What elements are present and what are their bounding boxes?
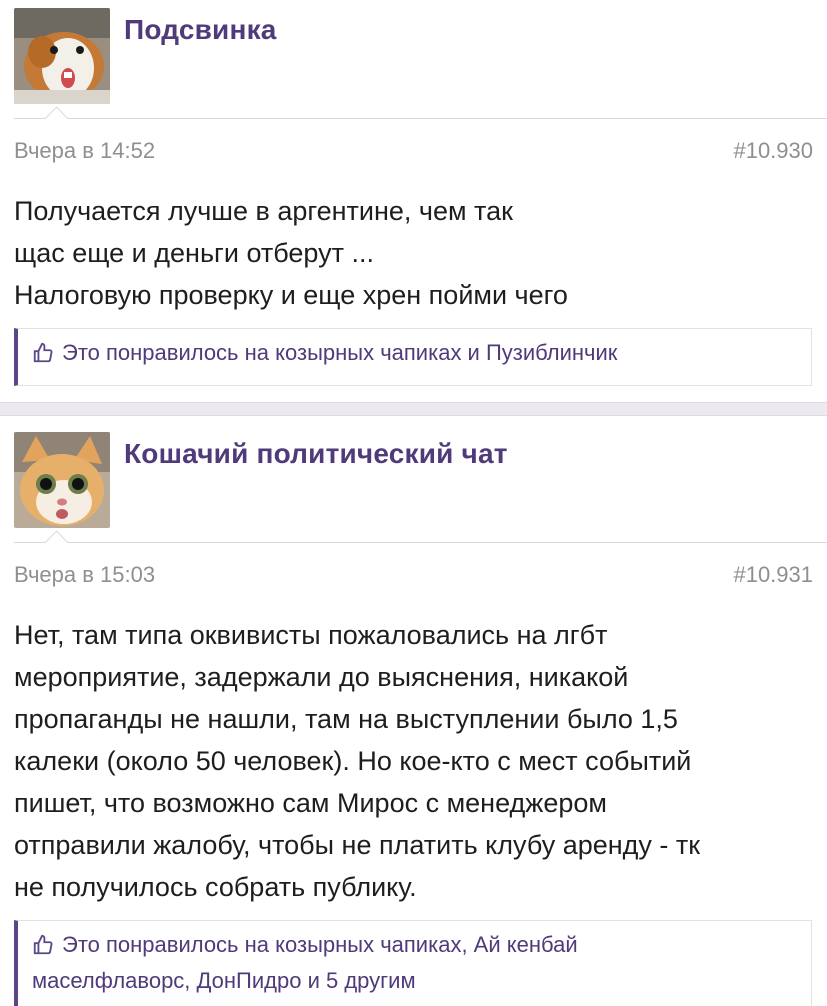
post-text-line: пишет, что возможно сам Мирос с менеджер… xyxy=(14,788,607,818)
caret xyxy=(44,530,69,555)
post-separator xyxy=(0,402,827,416)
post-date: Вчера в 14:52 xyxy=(14,138,156,163)
post-text-line: отправили жалобу, чтобы не платить клубу… xyxy=(14,830,701,860)
post-text-line: калеки (около 50 человек). Но кое-кто с … xyxy=(14,746,692,776)
post-body: Получается лучше в аргентине, чем так ща… xyxy=(14,190,814,316)
caret xyxy=(44,106,69,131)
post-text-line: мероприятие, задержали до выяснения, ник… xyxy=(14,662,629,692)
post-text-line: пропаганды не нашли, там на выступлении … xyxy=(14,704,678,734)
thumbs-up-icon xyxy=(32,933,54,965)
post-author[interactable]: Кошачий политический чат xyxy=(124,438,508,470)
divider xyxy=(14,542,827,543)
post-text-line: Налоговую проверку и еще хрен пойми чего xyxy=(14,280,568,310)
guinea-pig-avatar-icon xyxy=(14,8,110,104)
post-author[interactable]: Подсвинка xyxy=(124,14,277,46)
avatar[interactable] xyxy=(14,8,110,104)
avatar[interactable] xyxy=(14,432,110,528)
post-text-line: Нет, там типа оквивисты пожаловались на … xyxy=(14,620,608,650)
post-text-line: Получается лучше в аргентине, чем так xyxy=(14,196,513,226)
divider xyxy=(14,118,827,119)
post-date: Вчера в 15:03 xyxy=(14,562,156,587)
post-body: Нет, там типа оквивисты пожаловались на … xyxy=(14,614,814,908)
post-number-link[interactable]: #10.930 xyxy=(733,138,813,164)
likes-text: Это понравилось на козырных чапиках, Ай … xyxy=(62,932,578,957)
post-text-line: не получилось собрать публику. xyxy=(14,872,417,902)
likes-summary[interactable]: Это понравилось на козырных чапиках, Ай … xyxy=(14,920,812,1006)
thumbs-up-icon xyxy=(32,341,54,373)
cat-avatar-icon xyxy=(14,432,110,528)
likes-text: маселфлаворс, ДонПидро и 5 другим xyxy=(32,968,416,993)
post-text-line: щас еще и деньги отберут ... xyxy=(14,238,374,268)
post-number-link[interactable]: #10.931 xyxy=(733,562,813,588)
likes-summary[interactable]: Это понравилось на козырных чапиках и Пу… xyxy=(14,328,812,386)
likes-text: Это понравилось на козырных чапиках и Пу… xyxy=(62,340,618,365)
